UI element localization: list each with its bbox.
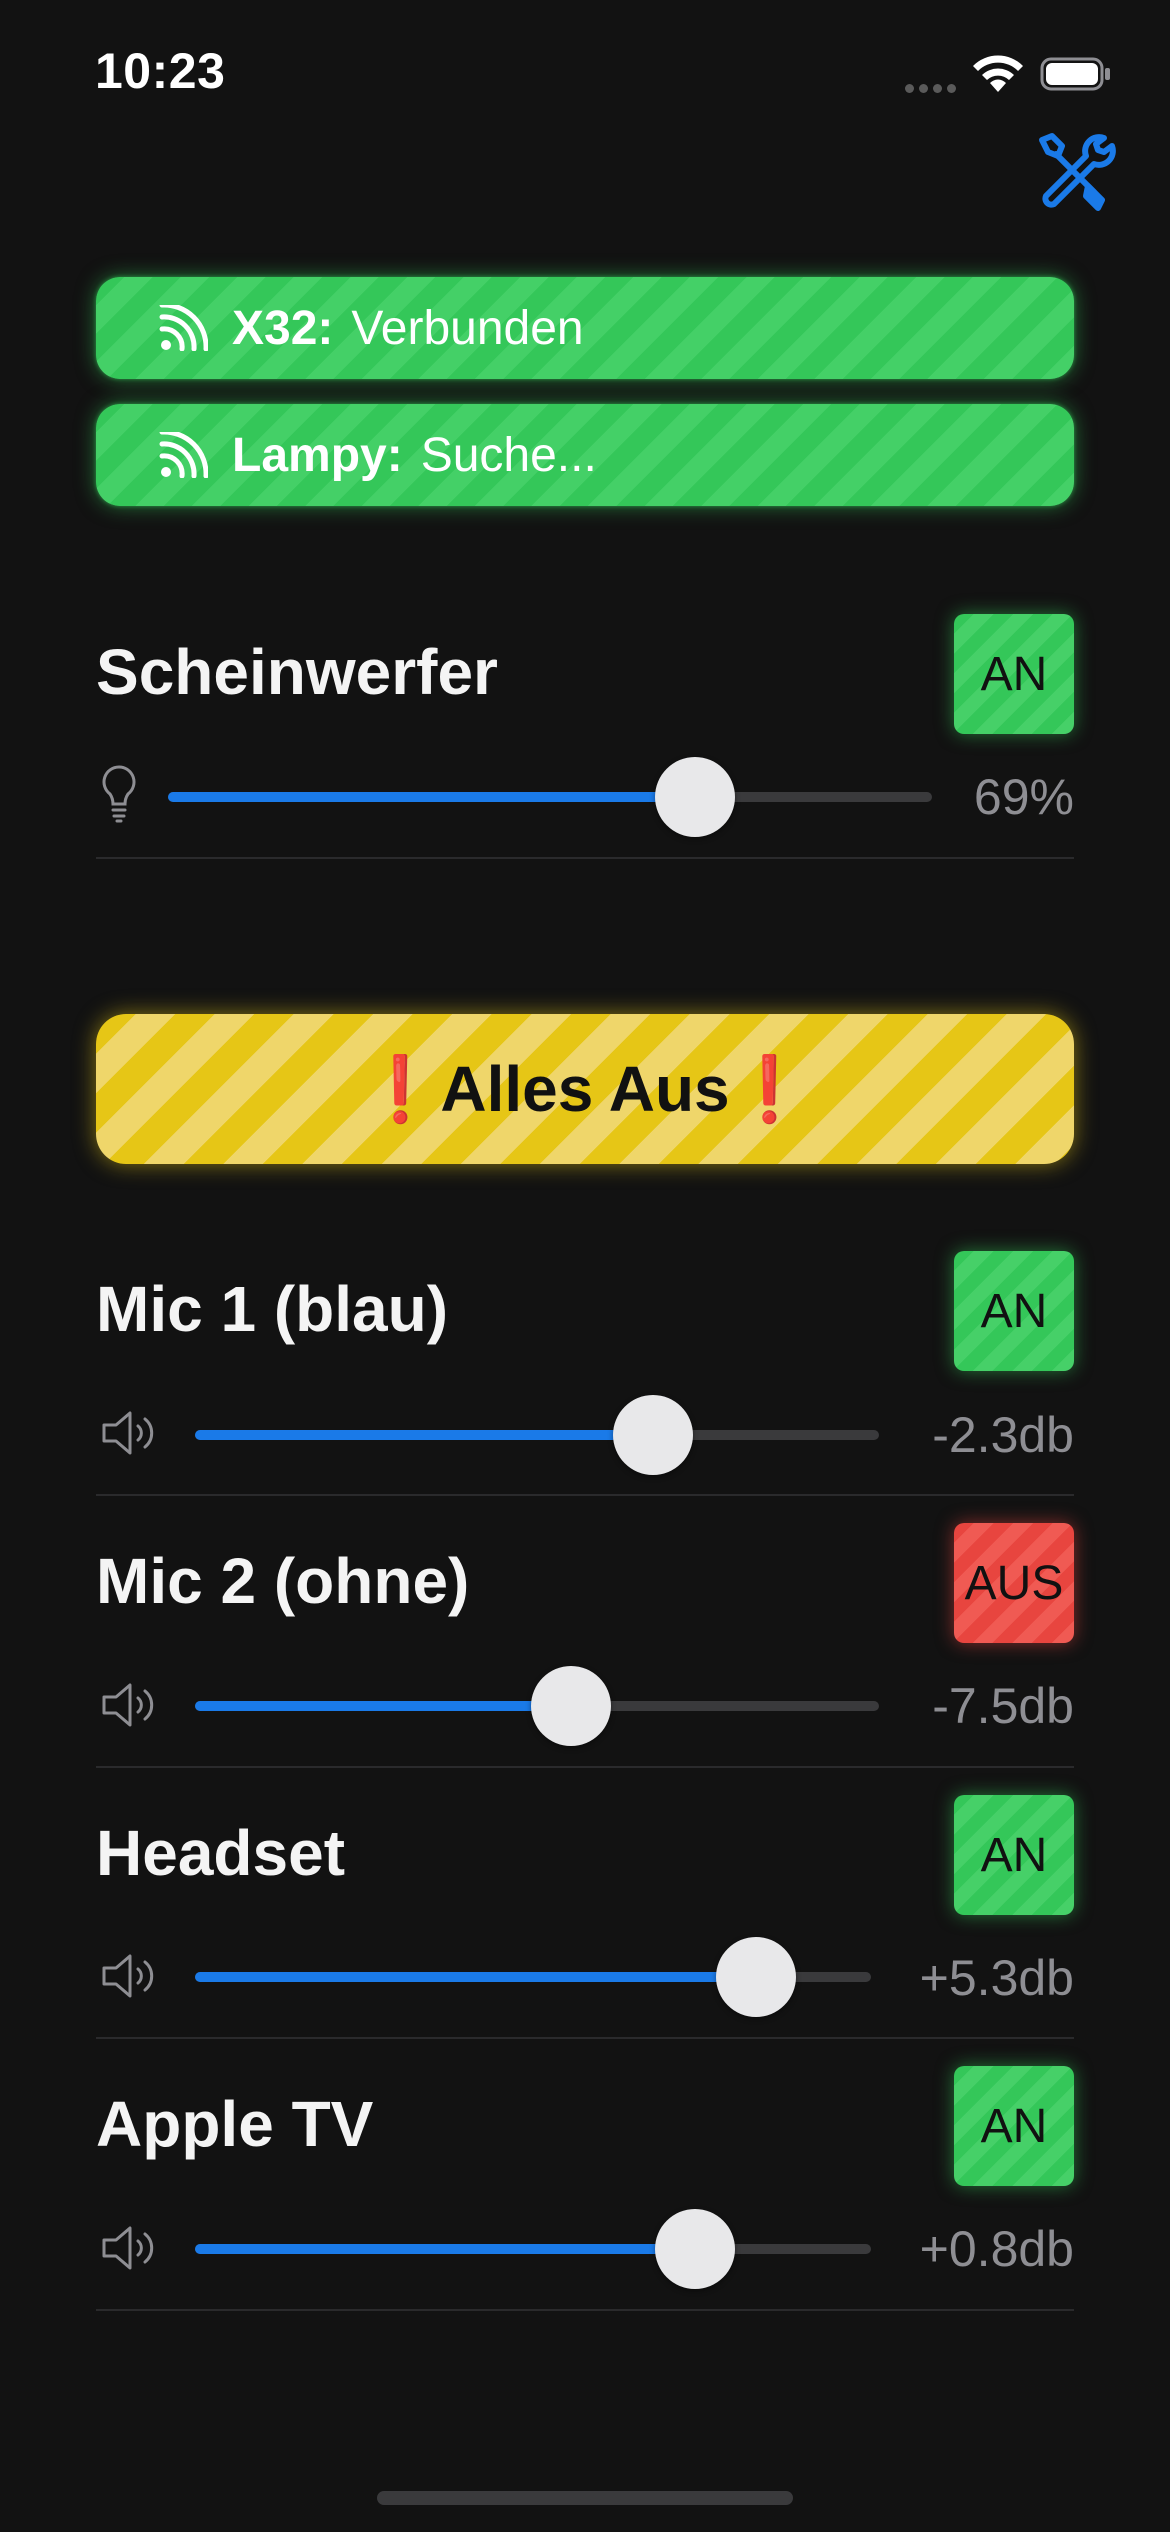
connection-label: Lampy: <box>232 428 403 482</box>
channel-volume-slider[interactable] <box>195 1395 879 1475</box>
channel-volume-slider[interactable] <box>195 2209 871 2289</box>
channel-title: Mic 2 (ohne) <box>96 1545 470 1617</box>
channel-volume-slider[interactable] <box>195 1666 879 1746</box>
channel-value: +5.3db <box>919 1950 1074 2006</box>
slider-thumb[interactable] <box>655 757 735 837</box>
slider-thumb[interactable] <box>531 1666 611 1746</box>
connection-lampy: Lampy: Suche... <box>96 404 1074 506</box>
connection-x32: X32: Verbunden <box>96 277 1074 379</box>
divider <box>96 1494 1074 1496</box>
channel-value: -7.5db <box>932 1678 1074 1734</box>
all-off-button[interactable]: ❗️Alles Aus❗️ <box>96 1014 1074 1164</box>
home-indicator <box>377 2491 793 2505</box>
channel-value: +0.8db <box>919 2221 1074 2277</box>
slider-fill <box>168 792 695 802</box>
speaker-icon <box>102 1683 154 1727</box>
slider-thumb[interactable] <box>655 2209 735 2289</box>
channel-value: -2.3db <box>932 1407 1074 1463</box>
channel-toggle-button[interactable]: AN <box>954 1251 1074 1371</box>
slider-fill <box>195 1972 756 1982</box>
spotlight-value: 69% <box>973 769 1074 825</box>
slider-fill <box>195 2244 695 2254</box>
slider-thumb[interactable] <box>716 1937 796 2017</box>
channel-title: Mic 1 (blau) <box>96 1273 449 1345</box>
tools-icon[interactable] <box>1032 130 1116 214</box>
divider <box>96 2037 1074 2039</box>
speaker-icon <box>102 1411 154 1455</box>
rss-icon <box>159 432 208 478</box>
channel-title: Apple TV <box>96 2088 374 2160</box>
channel-toggle-button[interactable]: AN <box>954 1795 1074 1915</box>
spotlight-slider[interactable] <box>168 757 932 837</box>
channel-toggle-button[interactable]: AUS <box>954 1523 1074 1643</box>
connection-status: Verbunden <box>351 301 584 355</box>
slider-thumb[interactable] <box>613 1395 693 1475</box>
connection-status: Suche... <box>420 428 597 482</box>
lightbulb-icon <box>102 765 136 823</box>
wifi-icon <box>973 55 1023 92</box>
cellular-signal-icon <box>905 80 961 93</box>
battery-icon <box>1040 57 1110 91</box>
connection-label: X32: <box>232 301 334 355</box>
channel-toggle-button[interactable]: AN <box>954 2066 1074 2186</box>
slider-fill <box>195 1430 653 1440</box>
speaker-icon <box>102 2226 154 2270</box>
speaker-icon <box>102 1954 154 1998</box>
divider <box>96 1766 1074 1768</box>
divider <box>96 2309 1074 2311</box>
divider <box>96 857 1074 859</box>
spotlight-title: Scheinwerfer <box>96 636 498 708</box>
status-time: 10:23 <box>95 43 226 99</box>
channel-volume-slider[interactable] <box>195 1937 871 2017</box>
slider-fill <box>195 1701 571 1711</box>
status-bar: 10:23 <box>0 0 1170 150</box>
spotlight-toggle-button[interactable]: AN <box>954 614 1074 734</box>
rss-icon <box>159 305 208 351</box>
channel-title: Headset <box>96 1817 345 1889</box>
